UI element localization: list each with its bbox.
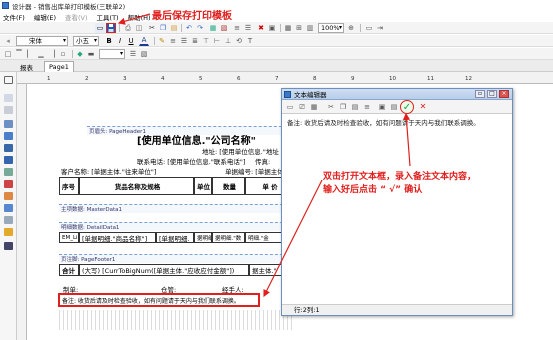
- ok-arrow: [402, 112, 411, 167]
- designer-window: 设计器 - 销售出库单打印模板(三联单2) 文件(F) 编辑(E) 查看(V) …: [0, 0, 553, 340]
- save-arrow: [117, 13, 151, 25]
- annotation-arrows: [117, 13, 411, 298]
- remark-arrow: [263, 179, 323, 298]
